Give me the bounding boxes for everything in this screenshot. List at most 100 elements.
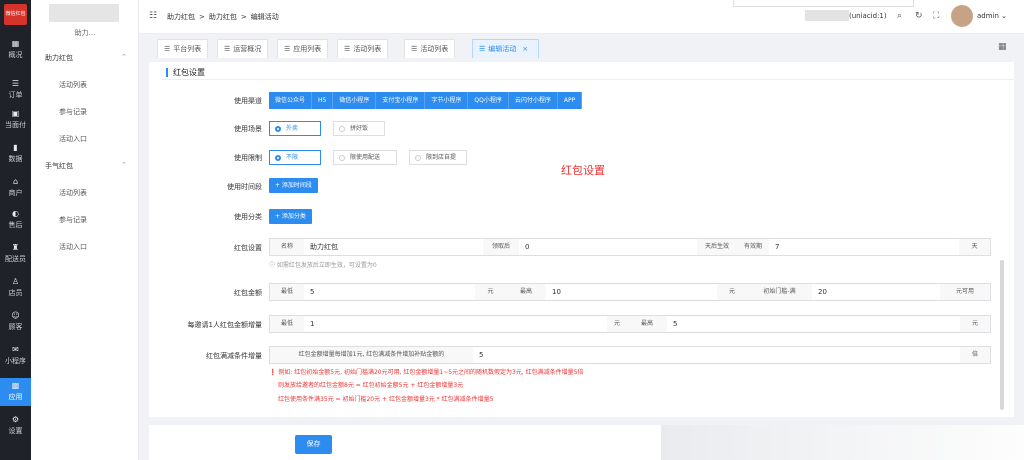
radio-icon [339,126,345,132]
limit-delivery-radio[interactable]: 限使用配送 [333,150,397,165]
add-category-button[interactable]: + 添加分类 [269,209,312,224]
condition-row: 红包金额增量每增加1元, 红包满减条件增加补贴金额的 5 倍 [269,346,991,364]
nav-item-aftersale[interactable]: ◐ 售后 [0,208,31,234]
sub-link-entry[interactable]: 活动入口 [59,134,87,144]
nav-item-miniprogram[interactable]: ✉ 小程序 [0,344,31,370]
refresh-icon[interactable]: ↻ [915,11,923,21]
scrollbar[interactable] [1000,260,1004,410]
tab-bar: ☰ 平台列表 ☰ 运营概况 ☰ 应用列表 ☰ 活动列表 ☰ 活动列表 ☰ 编辑活动 × [139,34,1024,58]
store-icon: ⌂ [12,177,19,186]
close-icon[interactable]: × [522,45,528,53]
threshold-input[interactable]: 20 [812,284,940,300]
customer-icon: ☺ [11,311,20,320]
file-icon: ☰ [344,45,351,53]
tab-platform-list[interactable]: ☰ 平台列表 [157,39,209,58]
nav-item-overview[interactable]: ▦ 概况 [0,38,31,64]
nav-item-data[interactable]: ▮ 数据 [0,142,31,168]
tab-app-list[interactable]: ☰ 应用列表 [277,39,329,58]
increment-row: 最低 1 元 最高 5 元 [269,315,991,333]
scene-pinhaofan-radio[interactable]: 拼好饭 [333,121,385,136]
nav-item-facepay[interactable]: ▣ 当面付 [0,108,31,134]
limit-pickup-radio[interactable]: 限到店自提 [409,150,467,165]
validity-prefix: 有效期 [737,239,769,255]
channel-alipay-mini[interactable]: 支付宝小程序 [376,92,426,109]
save-button[interactable]: 保存 [295,435,332,454]
increment-max-input[interactable]: 5 [667,316,960,332]
nav-item-orders[interactable]: ☰ 订单 [0,78,31,104]
tab-operations[interactable]: ☰ 运营概况 [217,39,269,58]
sub-link-records-2[interactable]: 参与记录 [59,215,87,225]
yuan-suffix: 元 [607,316,627,332]
increment-min-input[interactable]: 1 [304,316,607,332]
validity-input[interactable]: 7 [769,239,959,255]
user-menu[interactable]: admin ⌄ [977,12,1007,20]
after-days-input[interactable]: 0 [519,239,697,255]
nav-item-staff[interactable]: ♙ 店员 [0,276,31,302]
time-label: 使用时间段 [227,183,262,191]
sub-sidebar: 助力... 助力红包 ⌃ 活动列表 参与记录 活动入口 手气红包 ⌃ 活动列表 参与… [31,0,139,460]
overview-icon: ▦ [11,39,20,48]
file-icon: ☰ [224,45,231,53]
file-icon: ☰ [479,45,486,53]
nav-item-customers[interactable]: ☺ 顾客 [0,310,31,336]
scene-takeout-radio[interactable]: 外卖 [269,121,321,136]
yuan-suffix: 元 [960,316,990,332]
main-nav: 微信红包 ▦ 概况 ☰ 订单 ▣ 当面付 ▮ 数据 ⌂ 商户 ◐ 售后 ♜ 配送员 ♙ 店员 ☺… [0,0,31,460]
app-logo: 微信红包 [4,4,27,25]
radio-icon [415,155,421,161]
sub-group-shouqi[interactable]: 手气红包 ⌃ [45,161,127,171]
avatar[interactable] [951,5,973,27]
facepay-icon: ▣ [11,109,20,118]
days-effective-suffix: 天后生效 [697,239,737,255]
tab-activity-list-2[interactable]: ☰ 活动列表 [404,39,456,58]
sub-link-activity-list-2[interactable]: 活动列表 [59,188,87,198]
packet-settings-row: 名称 助力红包 领取后 0 天后生效 有效期 7 天 [269,238,991,256]
limit-none-radio[interactable]: 不限 [269,150,321,165]
nav-item-courier[interactable]: ♜ 配送员 [0,242,31,268]
condition-input[interactable]: 5 [473,347,960,363]
effective-tip: ⓘ 如需红包发放后立即生效，可设置为0 [269,262,377,269]
shop-avatar [49,4,119,22]
max-amount-input[interactable]: 10 [546,284,717,300]
tab-activity-list[interactable]: ☰ 活动列表 [337,39,389,58]
red-packet-hint: 红包设置 [561,164,605,177]
nav-item-merchant[interactable]: ⌂ 商户 [0,176,31,202]
packet-settings-label: 红包设置 [234,244,262,252]
nav-item-apps[interactable]: ▩ 应用 [0,378,31,406]
radio-icon [339,155,345,161]
example-note-1: ❗ 例如: 红包初始金额5元, 初始门槛满20元可用, 红包金额增量1~5元之间… [269,369,584,376]
nav-item-settings[interactable]: ⚙ 设置 [0,414,31,440]
amount-row: 最低 5 元 最高 10 元 初始门槛-满 20 元可用 [269,283,991,301]
account-name [805,10,849,21]
channel-app[interactable]: APP [557,92,583,109]
chevron-up-icon: ⌃ [121,161,127,169]
menu-fold-icon[interactable]: ☷ [149,11,157,21]
channel-h5[interactable]: H5 [312,92,334,109]
channel-wechat-mini[interactable]: 微信小程序 [333,92,377,109]
chevron-up-icon: ⌃ [121,53,127,61]
channel-unionpay-mini[interactable]: 云闪付小程序 [508,92,558,109]
channel-qq-mini[interactable]: QQ小程序 [468,92,509,109]
increment-label: 每邀请1人红包金额增量 [187,321,262,329]
channel-wechat-mp[interactable]: 微信公众号 [269,92,313,109]
min-amount-input[interactable]: 5 [304,284,475,300]
sub-link-entry-2[interactable]: 活动入口 [59,242,87,252]
name-prefix: 名称 [270,239,304,255]
name-input[interactable]: 助力红包 [304,239,483,255]
sub-link-records[interactable]: 参与记录 [59,107,87,117]
channel-segment: 微信公众号 H5 微信小程序 支付宝小程序 字节小程序 QQ小程序 云闪付小程序… [269,92,583,109]
times-suffix: 倍 [960,347,990,363]
category-label: 使用分类 [234,213,262,221]
grid-icon[interactable]: ▦ [998,42,1007,52]
threshold-prefix: 初始门槛-满 [747,284,812,300]
search-icon[interactable]: ⌕ [897,11,902,21]
fullscreen-icon[interactable]: ⛶ [933,11,939,21]
min-prefix: 最低 [270,284,304,300]
add-timeslot-button[interactable]: + 添加时间段 [269,178,318,193]
apps-icon: ▩ [11,381,20,390]
channel-bytedance-mini[interactable]: 字节小程序 [425,92,469,109]
sub-link-activity-list[interactable]: 活动列表 [59,80,87,90]
footer-bar [149,425,661,460]
tab-edit-activity[interactable]: ☰ 编辑活动 × [472,39,540,58]
sub-group-zhuli[interactable]: 助力红包 ⌃ [45,53,127,63]
